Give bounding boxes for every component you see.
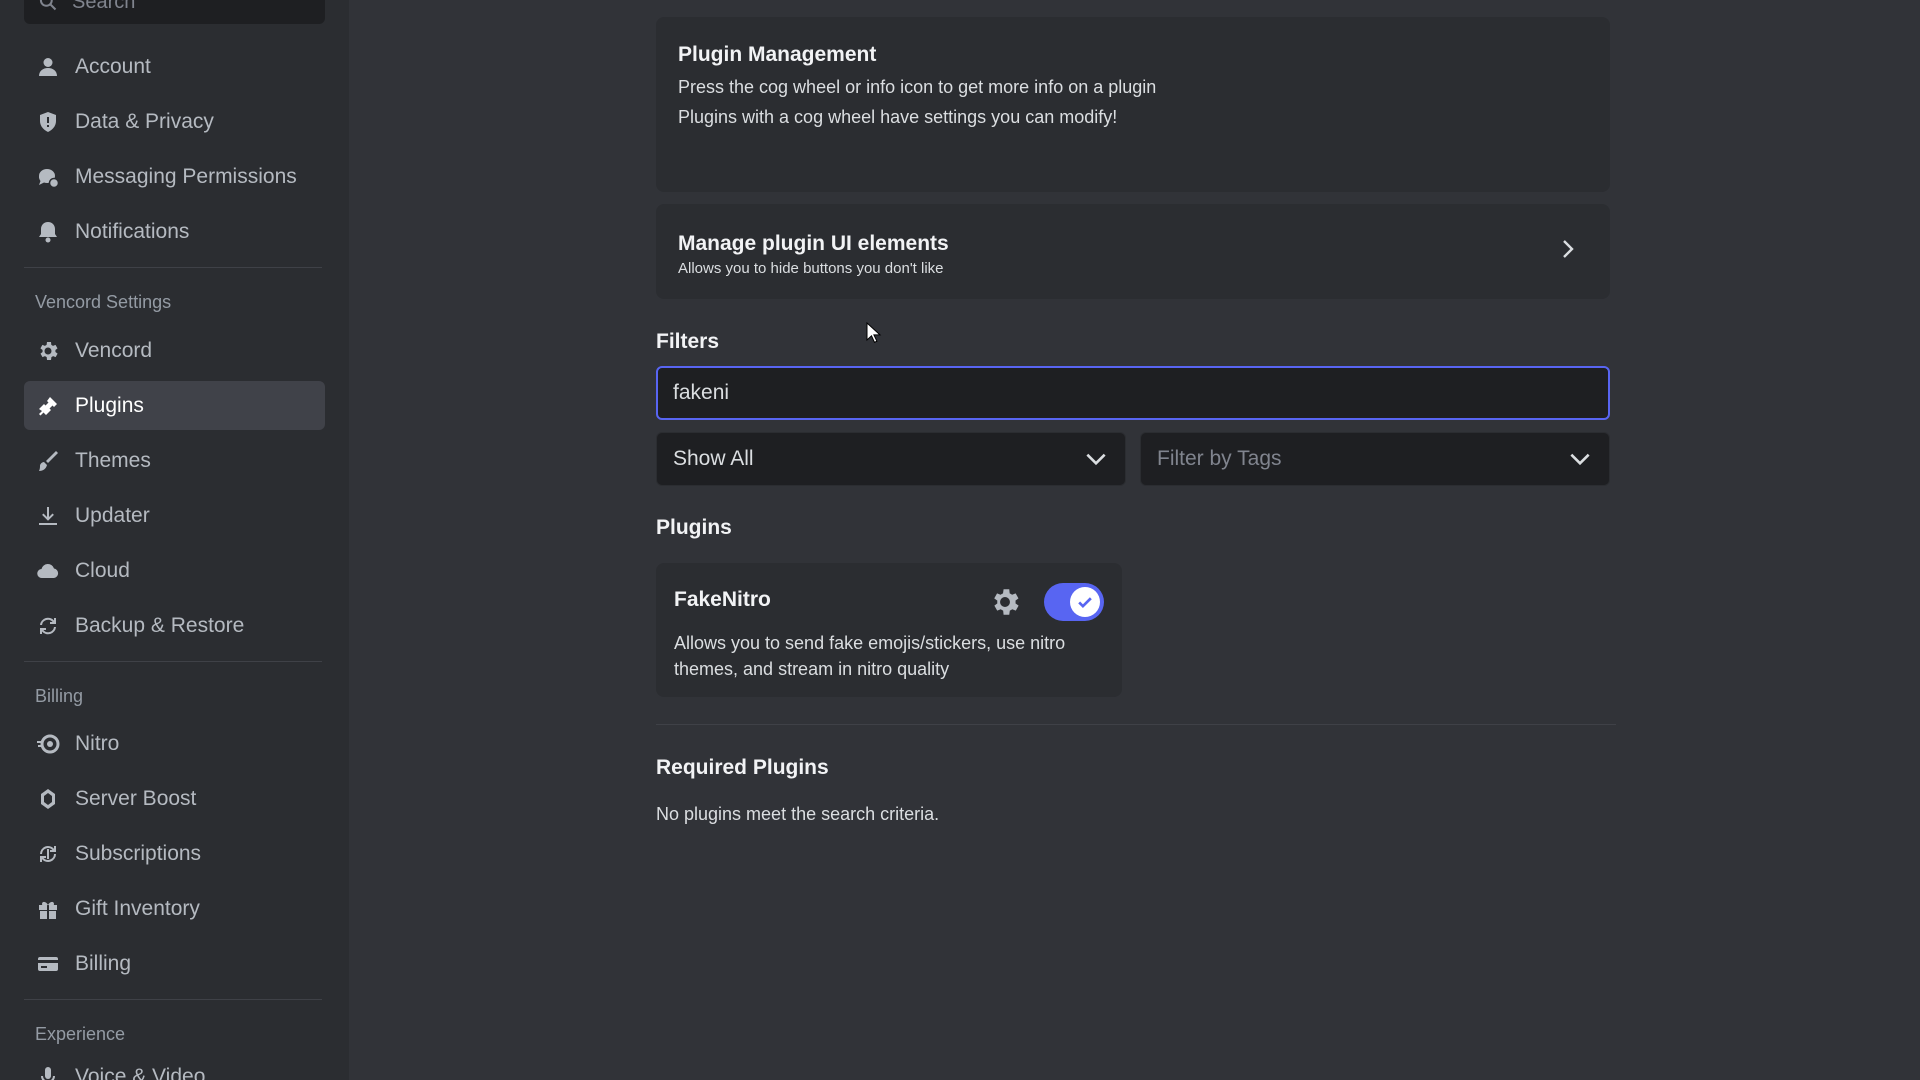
required-plugins-heading: Required Plugins [656,756,829,779]
filters-heading: Filters [656,330,720,353]
plugin-description: Allows you to send fake emojis/stickers,… [674,633,1066,679]
plugins-heading: Plugins [656,516,732,539]
sidebar-item-updater[interactable]: Updater [24,491,325,540]
no-results-message: No plugins meet the search criteria. [656,804,940,824]
sidebar-item-vencord[interactable]: Vencord [24,326,325,375]
plugin-enabled-toggle[interactable] [1044,583,1104,621]
manage-plugin-ui-title: Manage plugin UI elements [678,232,949,255]
sidebar-divider [24,999,322,1000]
sidebar-item-label: Cloud [75,558,130,582]
checkmark-icon [1078,597,1092,609]
plugin-card-fakenitro: FakeNitro Allows you to send fake emojis… [656,563,1122,697]
sidebar-item-plugins[interactable]: Plugins [24,381,325,430]
section-header-vencord: Vencord Settings [35,292,172,312]
sidebar-item-label: Themes [75,448,151,472]
sidebar-item-label: Server Boost [75,786,197,810]
sidebar-item-label: Gift Inventory [75,896,200,920]
tags-filter-placeholder: Filter by Tags [1157,447,1282,470]
sidebar-item-account[interactable]: Account [24,42,325,91]
sidebar-search-placeholder: Search [72,0,136,13]
sidebar-item-cloud[interactable]: Cloud [24,546,325,595]
sidebar-divider [24,661,322,662]
sidebar-item-label: Updater [75,503,150,527]
section-divider [656,724,1616,725]
sidebar-search-input[interactable]: Search [24,0,325,24]
sidebar-item-messaging-permissions[interactable]: Messaging Permissions [24,152,325,201]
cloud-icon [35,558,61,584]
plugin-search-field[interactable] [673,381,1608,405]
sidebar-item-label: Vencord [75,338,153,362]
manage-plugin-ui-subtitle: Allows you to hide buttons you don't lik… [678,260,944,277]
chevron-down-icon [1570,453,1590,466]
shield-icon [35,109,61,135]
chevron-down-icon [1086,453,1106,466]
sidebar-item-label: Plugins [75,393,144,417]
sidebar-item-nitro[interactable]: Nitro [24,719,325,768]
nitro-icon [35,731,61,757]
sidebar-item-label: Subscriptions [75,841,202,865]
sidebar-item-data-privacy[interactable]: Data & Privacy [24,97,325,146]
subscriptions-icon [35,841,61,867]
sidebar-item-backup-restore[interactable]: Backup & Restore [24,601,325,650]
sidebar-item-label: Voice & Video [75,1064,206,1080]
sidebar-item-themes[interactable]: Themes [24,436,325,485]
sidebar-item-subscriptions[interactable]: Subscriptions [24,829,325,878]
sidebar-item-server-boost[interactable]: Server Boost [24,774,325,823]
plugin-search-input[interactable] [656,366,1610,420]
sidebar-divider [24,267,322,268]
plugin-management-info-line: Plugins with a cog wheel have settings y… [678,107,1118,127]
sidebar-item-label: Nitro [75,731,120,755]
show-filter-select[interactable]: Show All [656,432,1126,486]
messaging-permissions-icon [35,164,61,190]
plugin-management-title: Plugin Management [678,43,877,66]
sidebar-item-notifications[interactable]: Notifications [24,207,325,256]
card-icon [35,951,61,977]
section-header-billing: Billing [35,686,84,706]
manage-plugin-ui-elements-button[interactable]: Manage plugin UI elements Allows you to … [656,204,1610,299]
sidebar-item-billing[interactable]: Billing [24,939,325,988]
sidebar-item-label: Billing [75,951,132,975]
chevron-right-icon [1563,240,1574,258]
download-icon [35,503,61,529]
plug-icon [35,393,61,419]
gift-icon [35,896,61,922]
microphone-icon [35,1064,61,1080]
sidebar-item-label: Backup & Restore [75,613,245,637]
sidebar-item-gift-inventory[interactable]: Gift Inventory [24,884,325,933]
sidebar-item-label: Data & Privacy [75,109,214,133]
gear-icon[interactable] [988,585,1022,619]
mouse-cursor-icon [866,322,882,343]
sidebar-item-voice-video[interactable]: Voice & Video [24,1052,325,1080]
brush-icon [35,448,61,474]
plugin-management-card: Plugin Management Press the cog wheel or… [656,17,1610,192]
tags-filter-select[interactable]: Filter by Tags [1140,432,1610,486]
plugin-name: FakeNitro [674,588,771,611]
person-icon [35,54,61,80]
sidebar-item-label: Notifications [75,219,190,243]
toggle-knob [1070,587,1100,617]
section-header-experience: Experience [35,1024,126,1044]
sync-icon [35,613,61,639]
plugin-management-info-line: Press the cog wheel or info icon to get … [678,77,1157,97]
search-icon [39,0,57,11]
sidebar-item-label: Messaging Permissions [75,164,297,188]
show-filter-value: Show All [673,447,754,470]
gear-icon [35,338,61,364]
bell-icon [35,219,61,245]
boost-icon [35,786,61,812]
sidebar: Search Account Data & Privacy Messaging … [0,0,349,1080]
sidebar-item-label: Account [75,54,151,78]
